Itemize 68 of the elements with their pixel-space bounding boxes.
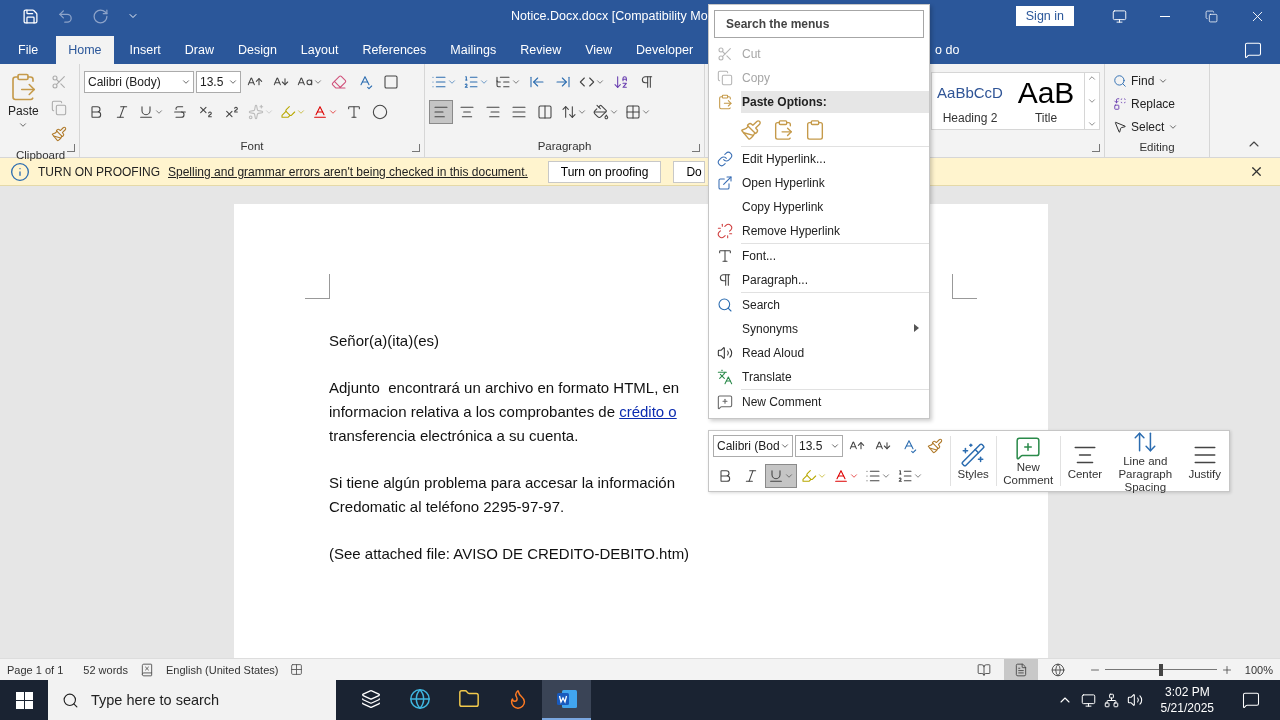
document-text: Adjunto encontrará un archivo en formato HTML, en [329, 378, 680, 398]
zoom-level[interactable]: 100% [1244, 663, 1273, 676]
style-name: Title [1034, 111, 1058, 125]
ribbon-tab[interactable]: References [350, 36, 439, 64]
ribbon-tab[interactable]: Developer [624, 36, 706, 64]
style-preview: AaBbCcD [937, 83, 1003, 103]
menu-item[interactable]: Search [741, 294, 929, 316]
document-text: Si tiene algún problema para accesar la información [329, 473, 676, 493]
menu-item[interactable]: Copy Hyperlink [741, 196, 929, 218]
ribbon-tab[interactable]: File [6, 36, 51, 64]
menu-item[interactable]: Open Hyperlink [741, 172, 929, 194]
font-size-field[interactable]: 13.5 [795, 435, 843, 457]
document-text: informacion relativa a los comprobantes de crédito o [329, 402, 677, 422]
font-name-field[interactable]: Calibri (Bod [713, 435, 793, 457]
turn-on-proofing-button[interactable]: Turn on proofing [547, 160, 662, 183]
window-title: Notice.Docx.docx [Compatibility Mo [511, 9, 708, 23]
menu-search-field[interactable]: Search the menus [714, 10, 924, 38]
style-name: Heading 2 [942, 111, 998, 125]
menu-item[interactable]: Paragraph... [741, 269, 929, 291]
group-label: Editing [1138, 140, 1176, 155]
clock-date: 5/21/2025 [1160, 700, 1214, 716]
document-text: (See attached file: AVISO DE CREDITO-DEBITO.htm) [329, 544, 690, 564]
tell-me-text[interactable]: o do [935, 43, 960, 57]
menu-item[interactable]: Translate [741, 366, 929, 388]
ribbon-tab[interactable]: View [573, 36, 625, 64]
line-spacing-button[interactable]: Line and Paragraph Spacing [1106, 428, 1185, 494]
clock[interactable]: 3:02 PM 5/21/2025 [1160, 684, 1214, 716]
document-text: transferencia electrónica a su cuenta. [329, 426, 579, 446]
notice-title: TURN ON PROOFING [38, 164, 160, 179]
replace-button[interactable]: Replace [1109, 93, 1183, 115]
find-button[interactable]: Find [1109, 70, 1183, 92]
group-label: Paragraph [536, 139, 593, 154]
hyperlink[interactable]: crédito o [619, 403, 677, 420]
group-label: Font [239, 139, 265, 154]
font-name-field[interactable]: Calibri (Body) [84, 71, 194, 93]
ribbon-tab[interactable]: Review [508, 36, 574, 64]
menu-item[interactable]: Synonyms [741, 318, 929, 340]
notice-button[interactable]: Do [673, 160, 705, 183]
word-count[interactable]: 52 words [83, 663, 128, 676]
new-comment-button[interactable]: New Comment [999, 435, 1058, 487]
document-text: Credomatic al teléfono 2295-97-97. [329, 497, 565, 517]
ribbon-tab[interactable]: Draw [172, 36, 226, 64]
language-text[interactable]: English (United States) [165, 663, 279, 676]
sign-in-button[interactable]: Sign in [1015, 6, 1074, 26]
ribbon-tab[interactable]: Layout [288, 36, 351, 64]
font-size-field[interactable]: 13.5 [196, 71, 241, 93]
styles-button[interactable]: Styles [953, 441, 993, 481]
page-count[interactable]: Page 1 of 1 [7, 663, 64, 676]
taskbar-search-field[interactable]: Type here to search [48, 680, 336, 720]
ribbon-tab[interactable]: Home [56, 36, 114, 64]
menu-item[interactable]: Read Aloud [741, 342, 929, 364]
menu-item[interactable]: Edit Hyperlink... [741, 148, 929, 170]
ribbon-tab[interactable]: Mailings [438, 36, 509, 64]
paste-button[interactable]: Paste [4, 70, 43, 146]
menu-item[interactable]: Remove Hyperlink [741, 220, 929, 242]
center-button[interactable]: Center [1063, 441, 1107, 481]
justify-button[interactable]: Justify [1184, 441, 1225, 481]
document-text: Señor(a)(ita)(es) [329, 331, 440, 351]
select-button[interactable]: Select [1109, 116, 1183, 138]
menu-item[interactable]: New Comment [741, 391, 929, 413]
menu-item[interactable]: Font... [741, 245, 929, 267]
ribbon-tab[interactable]: Insert [117, 36, 173, 64]
clock-time: 3:02 PM [1164, 684, 1210, 700]
ribbon-tab[interactable]: Design [225, 36, 289, 64]
notice-message[interactable]: Spelling and grammar errors aren't being checked in this document. [168, 164, 528, 179]
group-label: Clipboard [16, 148, 63, 163]
style-preview: AaB [1017, 75, 1075, 111]
menu-heading: Paste Options: [741, 91, 929, 113]
